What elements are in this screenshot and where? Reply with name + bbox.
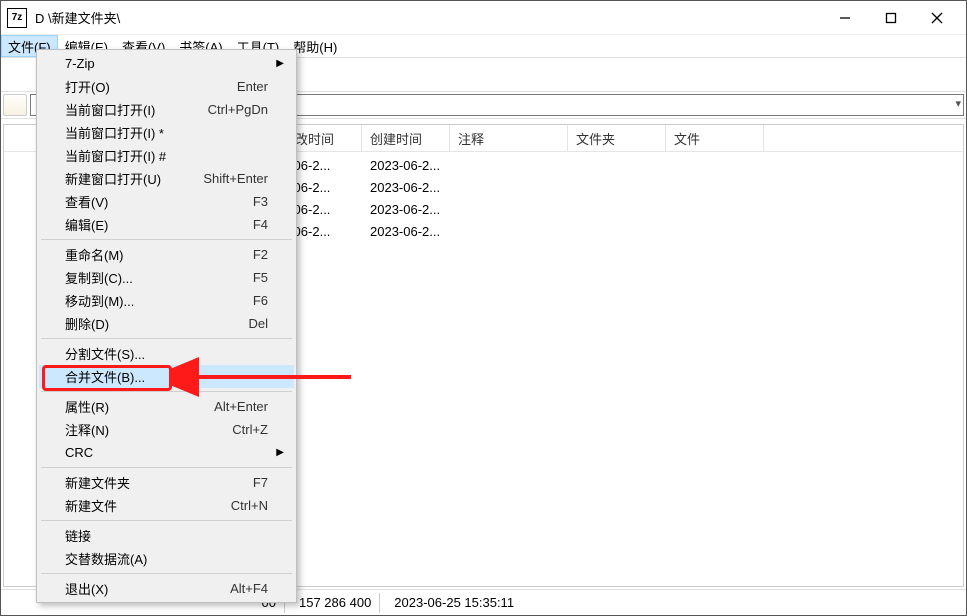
menu-item-24[interactable]: 链接 — [39, 524, 294, 547]
column-header-2[interactable]: 注释 — [450, 125, 568, 151]
minimize-button[interactable] — [822, 3, 868, 33]
menu-item-shortcut: Del — [248, 316, 268, 331]
menu-item-label: 删除(D) — [65, 314, 248, 333]
menu-item-12[interactable]: 删除(D)Del — [39, 312, 294, 335]
chevron-right-icon: ▶ — [276, 447, 284, 458]
folder-icon — [3, 94, 27, 116]
menu-item-shortcut: Ctrl+N — [231, 498, 268, 513]
menu-item-label: 注释(N) — [65, 420, 232, 439]
menu-item-label: 当前窗口打开(I) # — [65, 146, 268, 165]
menu-item-shortcut: Enter — [237, 79, 268, 94]
menu-item-shortcut: F2 — [253, 247, 268, 262]
menu-item-label: 当前窗口打开(I) — [65, 100, 208, 119]
menu-item-label: 链接 — [65, 526, 268, 545]
minimize-icon — [839, 12, 851, 24]
app-window: 7z D \新建文件夹\ 文件(F)编辑(E)查看(V)书签(A)工具(T)帮助… — [0, 0, 967, 616]
menu-separator — [41, 391, 292, 392]
cell-ctime: 2023-06-2... — [362, 180, 450, 195]
window-title: D \新建文件夹\ — [35, 8, 822, 27]
menu-item-shortcut: Ctrl+PgDn — [208, 102, 268, 117]
menu-item-14[interactable]: 分割文件(S)... — [39, 342, 294, 365]
menu-item-3[interactable]: 当前窗口打开(I) * — [39, 121, 294, 144]
maximize-icon — [885, 12, 897, 24]
menu-separator — [41, 338, 292, 339]
title-bar: 7z D \新建文件夹\ — [1, 1, 966, 35]
menu-item-shortcut: F5 — [253, 270, 268, 285]
maximize-button[interactable] — [868, 3, 914, 33]
menu-item-label: 属性(R) — [65, 397, 214, 416]
menu-item-19[interactable]: CRC ▶ — [39, 441, 294, 464]
cell-ctime: 2023-06-2... — [362, 224, 450, 239]
menu-item-5[interactable]: 新建窗口打开(U)Shift+Enter — [39, 167, 294, 190]
menu-item-shortcut: F4 — [253, 217, 268, 232]
menu-item-21[interactable]: 新建文件夹F7 — [39, 471, 294, 494]
menu-item-label: 移动到(M)... — [65, 291, 253, 310]
menu-item-0[interactable]: 7-Zip ▶ — [39, 52, 294, 75]
menu-item-label: 编辑(E) — [65, 215, 253, 234]
menu-item-label: 当前窗口打开(I) * — [65, 123, 268, 142]
menu-item-label: 新建文件 — [65, 496, 231, 515]
menu-item-label: CRC — [65, 445, 268, 460]
menu-item-10[interactable]: 复制到(C)...F5 — [39, 266, 294, 289]
menu-item-shortcut: F3 — [253, 194, 268, 209]
menu-item-22[interactable]: 新建文件Ctrl+N — [39, 494, 294, 517]
menu-item-27[interactable]: 退出(X)Alt+F4 — [39, 577, 294, 600]
menu-item-shortcut: Alt+F4 — [230, 581, 268, 596]
menu-item-18[interactable]: 注释(N)Ctrl+Z — [39, 418, 294, 441]
close-icon — [931, 12, 943, 24]
menu-item-label: 分割文件(S)... — [65, 344, 268, 363]
menu-item-label: 新建窗口打开(U) — [65, 169, 203, 188]
column-header-3[interactable]: 文件夹 — [568, 125, 666, 151]
menu-item-shortcut: F6 — [253, 293, 268, 308]
status-mid: 157 286 400 — [291, 593, 380, 613]
menu-item-15[interactable]: 合并文件(B)... — [39, 365, 294, 388]
menu-separator — [41, 520, 292, 521]
menu-item-2[interactable]: 当前窗口打开(I)Ctrl+PgDn — [39, 98, 294, 121]
menu-item-1[interactable]: 打开(O)Enter — [39, 75, 294, 98]
cell-ctime: 2023-06-2... — [362, 202, 450, 217]
menu-item-label: 打开(O) — [65, 77, 237, 96]
app-icon: 7z — [7, 8, 27, 28]
menu-item-label: 复制到(C)... — [65, 268, 253, 287]
menu-item-7[interactable]: 编辑(E)F4 — [39, 213, 294, 236]
status-right: 2023-06-25 15:35:11 — [386, 593, 522, 613]
menu-item-6[interactable]: 查看(V)F3 — [39, 190, 294, 213]
menu-item-label: 重命名(M) — [65, 245, 253, 264]
menu-item-shortcut: Ctrl+Z — [232, 422, 268, 437]
menu-item-11[interactable]: 移动到(M)...F6 — [39, 289, 294, 312]
menu-item-17[interactable]: 属性(R)Alt+Enter — [39, 395, 294, 418]
chevron-down-icon[interactable]: ▾ — [955, 97, 961, 110]
menu-item-4[interactable]: 当前窗口打开(I) # — [39, 144, 294, 167]
menu-item-shortcut: F7 — [253, 475, 268, 490]
cell-ctime: 2023-06-2... — [362, 158, 450, 173]
chevron-right-icon: ▶ — [276, 58, 284, 69]
menu-item-label: 交替数据流(A) — [65, 549, 268, 568]
menu-item-9[interactable]: 重命名(M)F2 — [39, 243, 294, 266]
close-button[interactable] — [914, 3, 960, 33]
menu-separator — [41, 239, 292, 240]
menu-separator — [41, 467, 292, 468]
column-header-4[interactable]: 文件 — [666, 125, 764, 151]
menu-item-25[interactable]: 交替数据流(A) — [39, 547, 294, 570]
menu-item-label: 新建文件夹 — [65, 473, 253, 492]
menu-item-shortcut: Alt+Enter — [214, 399, 268, 414]
menu-item-label: 7-Zip — [65, 56, 268, 71]
column-header-1[interactable]: 创建时间 — [362, 125, 450, 151]
file-menu-dropdown: 7-Zip▶打开(O)Enter当前窗口打开(I)Ctrl+PgDn当前窗口打开… — [36, 49, 297, 603]
menu-item-shortcut: Shift+Enter — [203, 171, 268, 186]
menu-item-label: 查看(V) — [65, 192, 253, 211]
menu-separator — [41, 573, 292, 574]
menu-item-label: 合并文件(B)... — [65, 367, 268, 386]
menu-item-label: 退出(X) — [65, 579, 230, 598]
